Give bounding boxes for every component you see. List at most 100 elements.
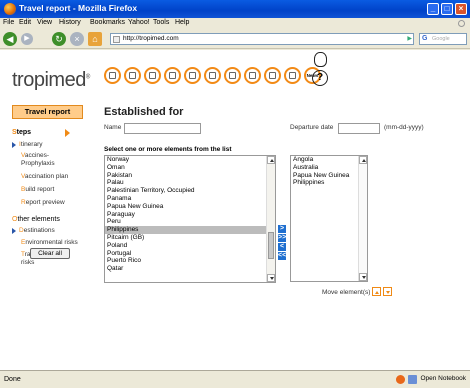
steps-heading: Steps [12, 129, 32, 136]
menu-yahoo[interactable]: Yahoo! [128, 19, 150, 26]
scroll-down-button[interactable] [267, 274, 275, 282]
document-list-icon[interactable] [284, 67, 301, 84]
minimize-button[interactable]: _ [427, 3, 439, 15]
menu-edit[interactable]: Edit [19, 19, 31, 26]
window-titlebar: Travel report - Mozilla Firefox _ □ × [0, 0, 470, 18]
chosen-scroll-up-button[interactable] [359, 156, 367, 164]
sidebar-item-prophylaxis[interactable]: Prophylaxis [21, 160, 55, 168]
country-option[interactable]: Pitcairn (GB) [105, 234, 275, 242]
scroll-up-button[interactable] [267, 156, 275, 164]
tropimed-logo[interactable]: tropimed® [12, 69, 90, 92]
throbber-icon [458, 20, 465, 27]
move-elements-label: Move element(s) [322, 289, 371, 296]
document-icon[interactable] [264, 67, 281, 84]
sidebar-item-destinations[interactable]: Destinations [19, 227, 55, 235]
first-aid-kit-icon[interactable] [204, 67, 221, 84]
addon-icon[interactable] [396, 375, 405, 384]
sidebar-item-itinerary[interactable]: Itinerary [19, 141, 43, 149]
steps-arrow-icon[interactable] [65, 129, 70, 137]
country-option[interactable]: Norway [105, 156, 275, 164]
forward-button[interactable]: ▶ [21, 33, 33, 45]
search-engine-icon[interactable]: G [422, 35, 427, 42]
country-option[interactable]: Pakistan [105, 172, 275, 180]
mountain-icon[interactable] [184, 67, 201, 84]
chosen-option[interactable]: Australia [291, 164, 367, 172]
menu-bar: File Edit View History Bookmarks Yahoo! … [0, 18, 470, 29]
travel-report-button[interactable]: Travel report [12, 105, 83, 119]
help-icon[interactable]: ? [312, 70, 328, 86]
scroll-thumb[interactable] [268, 232, 274, 259]
country-option[interactable]: Qatar [105, 265, 275, 273]
country-option[interactable]: Palestinian Territory, Occupied [105, 187, 275, 195]
close-button[interactable]: × [455, 3, 467, 15]
sidebar-item-vaccines[interactable]: Vaccines- [21, 152, 49, 160]
glossary-icon[interactable] [314, 52, 327, 67]
country-list[interactable]: Norway Oman Pakistan Palau Palestinian Terri… [104, 155, 276, 283]
clear-all-button[interactable]: Clear all [30, 248, 70, 259]
chosen-option[interactable]: Papua New Guinea [291, 172, 367, 180]
other-elements-heading: Other elements [12, 216, 60, 223]
country-option[interactable]: Oman [105, 164, 275, 172]
maximize-button[interactable]: □ [441, 3, 453, 15]
compass-icon[interactable] [104, 67, 121, 84]
open-notebook-link[interactable]: Open Notebook [420, 375, 466, 382]
menu-bookmarks[interactable]: Bookmarks [90, 19, 125, 26]
medicine-icon[interactable] [144, 67, 161, 84]
home-icon[interactable] [244, 67, 261, 84]
date-format-hint: (mm-dd-yyyy) [384, 124, 424, 131]
add-selected-button[interactable]: > [278, 225, 286, 233]
stop-button[interactable]: × [70, 32, 84, 46]
sidebar-item-build-report[interactable]: Build report [21, 186, 54, 194]
url-bar[interactable]: http://tropimed.com ▶ [110, 33, 414, 45]
country-option[interactable]: Poland [105, 242, 275, 250]
menu-view[interactable]: View [37, 19, 52, 26]
syringe-icon[interactable] [124, 67, 141, 84]
country-option[interactable]: Panama [105, 195, 275, 203]
menu-history[interactable]: History [59, 19, 81, 26]
sidebar-item-vaccination-plan[interactable]: Vaccination plan [21, 173, 68, 181]
chosen-rows: Angola Australia Papua New Guinea Philippin… [291, 156, 367, 187]
move-down-button[interactable] [383, 287, 392, 296]
chosen-list-scrollbar[interactable] [358, 156, 367, 281]
menu-tools[interactable]: Tools [153, 19, 169, 26]
country-option[interactable]: Puerto Rico [105, 257, 275, 265]
camera-icon[interactable] [164, 67, 181, 84]
navigation-toolbar: ◀ ▶ ↻ × ⌂ http://tropimed.com ▶ G Google [0, 29, 470, 49]
status-bar: Done Open Notebook [0, 370, 470, 388]
destinations-arrow-icon [12, 228, 16, 234]
back-button[interactable]: ◀ [3, 32, 17, 46]
chosen-scroll-down-button[interactable] [359, 273, 367, 281]
move-up-button[interactable] [372, 287, 381, 296]
sidebar-item-report-preview[interactable]: Report preview [21, 199, 65, 207]
name-field[interactable] [124, 123, 201, 134]
notebook-icon[interactable] [408, 375, 417, 384]
add-all-button[interactable]: >> [278, 234, 286, 242]
remove-all-button[interactable]: << [278, 252, 286, 260]
itinerary-arrow-icon [12, 142, 16, 148]
chosen-list[interactable]: Angola Australia Papua New Guinea Philippin… [290, 155, 368, 282]
country-option[interactable]: Peru [105, 218, 275, 226]
country-option[interactable]: Papua New Guinea [105, 203, 275, 211]
go-button[interactable]: ▶ [407, 35, 412, 42]
status-text: Done [4, 376, 21, 383]
sidebar-item-environmental-risks[interactable]: Environmental risks [21, 239, 78, 247]
remove-selected-button[interactable]: < [278, 243, 286, 251]
sidebar-item-risks[interactable]: risks [21, 259, 34, 267]
page-title: Established for [104, 106, 184, 118]
reload-button[interactable]: ↻ [52, 32, 66, 46]
departure-date-field[interactable] [338, 123, 380, 134]
menu-help[interactable]: Help [175, 19, 189, 26]
menu-file[interactable]: File [3, 19, 14, 26]
search-box[interactable]: G Google [419, 33, 467, 45]
url-text: http://tropimed.com [123, 35, 179, 42]
country-option[interactable]: Palau [105, 179, 275, 187]
country-option[interactable]: Paraguay [105, 211, 275, 219]
chosen-option[interactable]: Philippines [291, 179, 367, 187]
home-button[interactable]: ⌂ [88, 32, 102, 46]
country-list-scrollbar[interactable] [266, 156, 275, 282]
bug-icon[interactable] [224, 67, 241, 84]
country-option[interactable]: Portugal [105, 250, 275, 258]
favicon-icon [113, 36, 120, 43]
chosen-option[interactable]: Angola [291, 156, 367, 164]
country-option[interactable]: Philippines [105, 226, 275, 234]
